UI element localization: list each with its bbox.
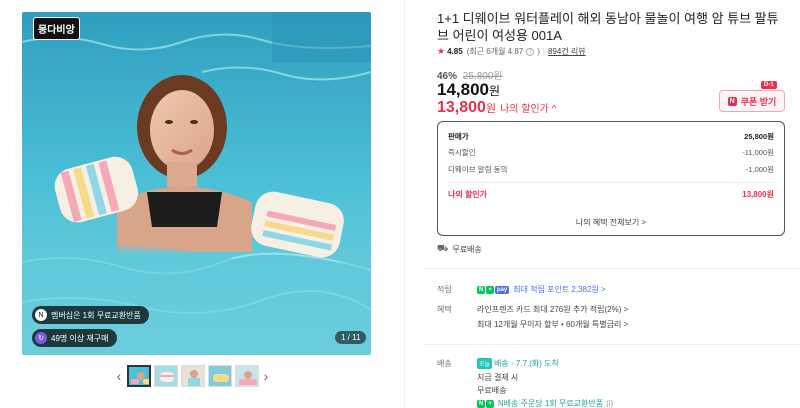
view-all-benefits-link[interactable]: 나의 혜택 전체보기 > — [438, 217, 784, 228]
delivery-free-text: 무료배송 — [477, 386, 507, 395]
my-discount-price[interactable]: 13,800 원 나의 할인가 ^ — [437, 99, 556, 117]
naver-n-icon: N — [477, 285, 486, 294]
reviews-link[interactable]: 894건 리뷰 — [548, 46, 586, 57]
shipping-row: ⛟ 무료배송 — [437, 243, 482, 255]
rating-row: ★ 4.85 (최근 6개월 4.87 i ) | 894건 리뷰 — [437, 46, 586, 57]
plus-icon: + — [486, 285, 494, 294]
card-benefit-link[interactable]: 라인프렌즈 카드 최대 276원 추가 적립(2%) > — [477, 304, 628, 315]
section-divider — [423, 268, 800, 269]
price-row-my-price: 나의 할인가 13,800원 — [448, 189, 774, 200]
sale-price-number: 14,800 — [437, 80, 489, 99]
product-gallery: 몽다비앙 N 멤버십은 1회 무료교환반품 ↻ 49명 이상 재구매 1 / 1… — [0, 0, 404, 408]
membership-pill-text: 멤버십은 1회 무료교환반품 — [51, 310, 141, 320]
prev-thumb-arrow-icon[interactable]: ‹ — [113, 365, 125, 387]
info-icon[interactable]: (i) — [606, 399, 613, 408]
price-row-label: 디웨이브 알림 동의 — [448, 165, 508, 174]
price-row-instant-discount: 즉시할인 -11,000원 — [448, 147, 774, 158]
thumbnail-2[interactable] — [153, 365, 178, 387]
section-divider — [423, 344, 800, 345]
free-shipping-text: 무료배송 — [452, 244, 482, 254]
price-row-value: -11,000원 — [742, 148, 774, 157]
thumbnail-4[interactable] — [207, 365, 232, 387]
price-box-divider — [448, 182, 774, 183]
pay-now-text: 지금 결제 시 — [477, 373, 519, 382]
points-row[interactable]: N + pay 최대 적립 포인트 2,382원 > — [477, 284, 606, 295]
reorder-icon: ↻ — [35, 332, 47, 344]
product-title: 1+1 디웨이브 워터플레이 해외 동남아 물놀이 여행 암 튜브 팔튜브 어린… — [437, 11, 779, 43]
today-delivery-badge: 오늘 — [477, 358, 493, 369]
sale-price: 14,800원 — [437, 80, 500, 100]
sale-price-unit: 원 — [489, 84, 501, 98]
price-row-label: 즉시할인 — [448, 148, 476, 157]
rating-recent-close: ) — [537, 47, 540, 56]
naver-n-icon: N — [477, 399, 486, 408]
image-counter: 1 / 11 — [335, 331, 367, 344]
delivery-label: 배송 — [437, 359, 452, 368]
plus-icon: + — [486, 399, 494, 408]
thumbnail-3[interactable] — [180, 365, 205, 387]
membership-pill: N 멤버십은 1회 무료교환반품 — [32, 306, 149, 324]
dday-badge: D-1 — [761, 81, 777, 89]
pay-icon: pay — [494, 285, 510, 294]
price-row-value: 13,800원 — [742, 190, 774, 199]
coupon-label: 쿠폰 받기 — [740, 96, 777, 107]
info-icon[interactable]: i — [526, 47, 535, 56]
naver-n-icon: N — [727, 96, 737, 106]
points-text: 최대 적립 포인트 2,382원 > — [513, 285, 606, 294]
arrival-text: 배송 · 7.7.(화) 도착 — [494, 359, 559, 368]
product-main-image[interactable] — [22, 12, 371, 355]
price-breakdown-box: 판매가 25,800원 즉시할인 -11,000원 디웨이브 알림 동의 -1,… — [437, 121, 785, 236]
price-row-value: -1,000원 — [745, 165, 774, 174]
installment-benefit-link[interactable]: 최대 12개월 무이자 할부 • 60개월 특별금리 > — [477, 319, 628, 330]
benefits-label: 혜택 — [437, 305, 452, 314]
thumbnail-5[interactable] — [234, 365, 259, 387]
my-price-toggle[interactable]: 나의 할인가 ^ — [500, 100, 556, 115]
delivery-arrival: 오늘 배송 · 7.7.(화) 도착 — [477, 358, 559, 369]
rating-score: 4.85 — [447, 47, 463, 56]
free-return-row: N + N배송 주문당 1회 무료교환반품 (i) — [477, 398, 613, 408]
points-label: 적립 — [437, 285, 452, 294]
star-icon: ★ — [437, 46, 446, 56]
price-row-notify-consent: 디웨이브 알림 동의 -1,000원 — [448, 164, 774, 175]
thumbnail-strip: ‹ › — [113, 365, 272, 387]
coupon-button[interactable]: N 쿠폰 받기 — [719, 90, 785, 112]
price-row-list: 판매가 25,800원 — [448, 131, 774, 142]
product-info: 1+1 디웨이브 워터플레이 해외 동남아 물놀이 여행 암 튜브 팔튜브 어린… — [405, 0, 800, 408]
naver-membership-icon: N — [35, 309, 47, 321]
next-thumb-arrow-icon[interactable]: › — [260, 365, 272, 387]
rating-recent: (최근 6개월 4.87 — [466, 47, 524, 56]
price-row-value: 25,800원 — [744, 132, 774, 141]
price-row-label: 판매가 — [448, 132, 469, 141]
rating-separator: | — [542, 47, 545, 56]
reorder-pill: ↻ 49명 이상 재구매 — [32, 329, 117, 347]
price-row-label: 나의 할인가 — [448, 190, 488, 199]
truck-icon: ⛟ — [437, 243, 449, 253]
my-price-number: 13,800 — [437, 99, 486, 116]
my-price-unit: 원 — [485, 103, 497, 115]
brand-badge: 몽다비앙 — [33, 17, 80, 40]
thumbnail-1[interactable] — [126, 365, 151, 387]
reorder-pill-text: 49명 이상 재구매 — [51, 333, 109, 343]
free-return-text: N배송 주문당 1회 무료교환반품 — [497, 399, 604, 408]
